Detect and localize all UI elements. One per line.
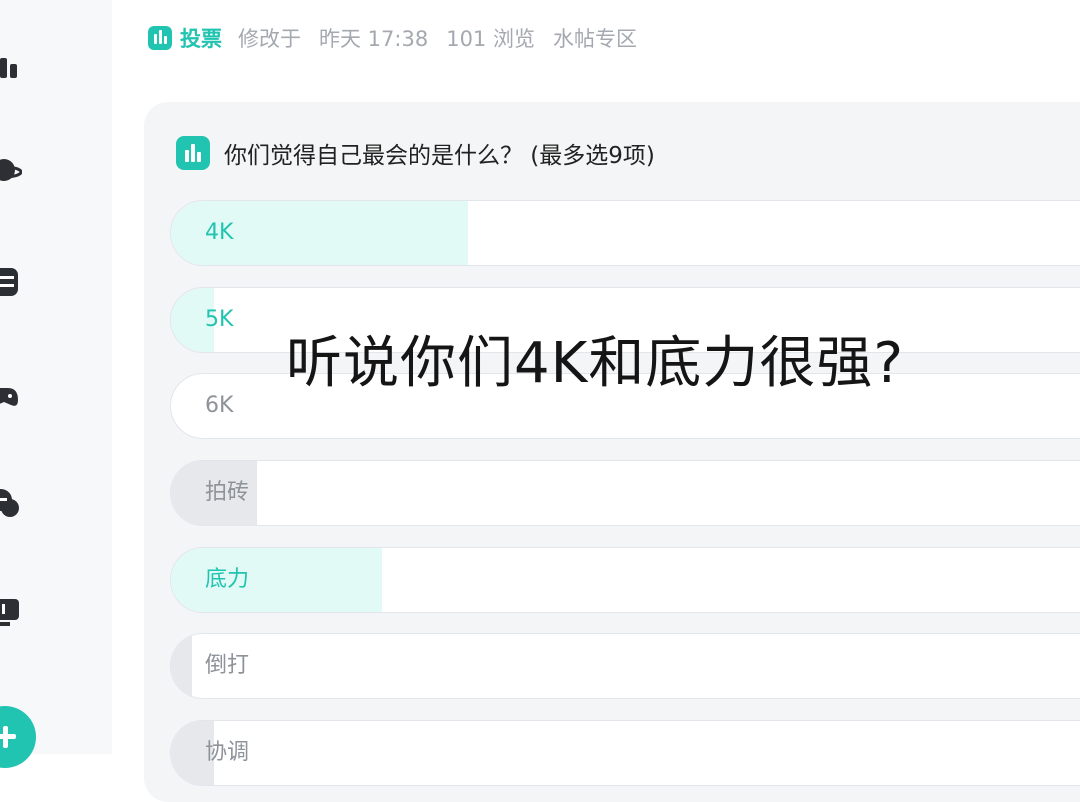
poll-tag[interactable]: 投票 [180,23,222,53]
poll-question: 你们觉得自己最会的是什么？ (最多选9项) [224,143,655,169]
poll-option-label: 底力 [205,567,250,592]
gamepad-icon[interactable] [0,378,22,414]
poll-option-label: 5K [205,307,234,332]
poll-option-label: 协调 [205,740,250,765]
poll-icon [176,136,210,170]
modified-label: 修改于 [238,27,301,51]
poll-option-result-bar [171,634,193,698]
poll-option-label: 倒打 [205,653,250,678]
add-post-button[interactable] [0,706,36,768]
monitor-icon[interactable] [0,594,22,630]
poll-question-row: 你们觉得自己最会的是什么？ (最多选9项) [176,134,655,172]
poll-option-result-bar [171,548,382,612]
poll-option-label: 6K [205,393,234,418]
poll-option[interactable]: 底力 [170,547,1080,613]
poll-option[interactable]: 倒打 [170,633,1080,699]
chat-icon[interactable] [0,484,22,520]
section-link[interactable]: 水帖专区 [553,23,637,53]
view-count: 101 浏览 [446,27,535,51]
sidebar [0,0,112,768]
post-meta: 投票 修改于 昨天 17:38 101 浏览 水帖专区 [148,22,655,54]
poll-option-label: 4K [205,220,234,245]
notes-icon[interactable] [0,264,22,300]
overlay-caption: 听说你们4K和底力很强? [286,331,905,396]
poll-icon [148,26,172,50]
modified-time: 昨天 17:38 [319,27,429,51]
poll-option-label: 拍砖 [205,480,250,505]
poll-option[interactable]: 协调 [170,720,1080,786]
poll-option[interactable]: 拍砖 [170,460,1080,526]
planet-icon[interactable] [0,152,22,188]
chart-icon[interactable] [0,46,22,82]
poll-option[interactable]: 4K [170,200,1080,266]
